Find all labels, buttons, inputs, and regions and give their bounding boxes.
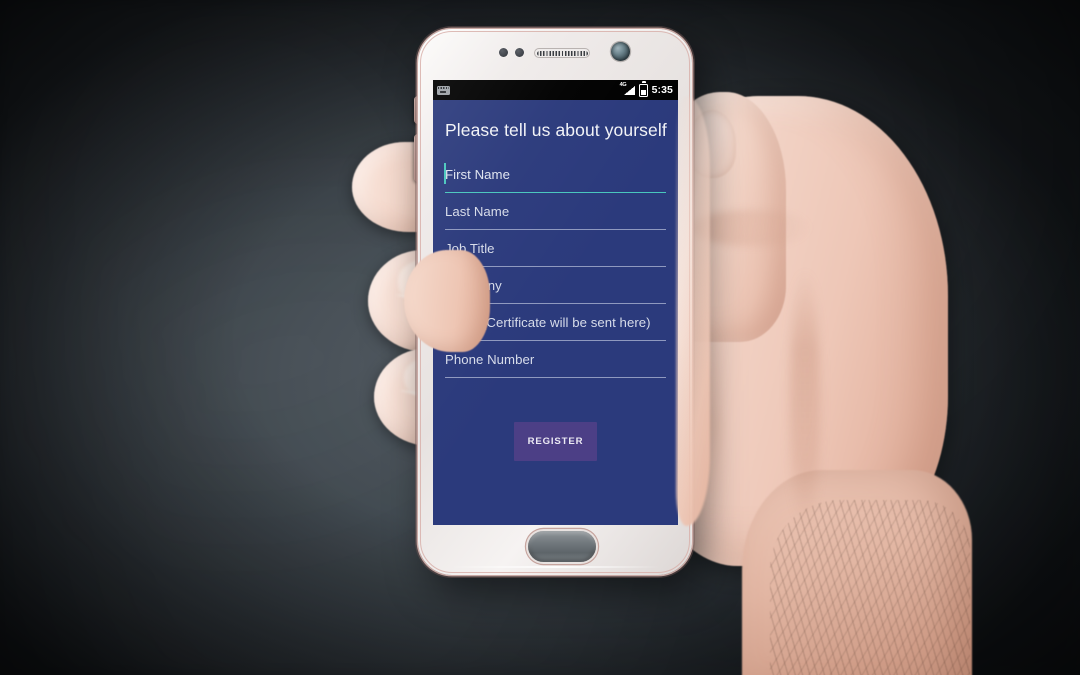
page-title: Please tell us about yourself [445, 120, 667, 140]
input-placeholder-first-name: First Name [445, 166, 510, 182]
status-bar: 4G 5:35 [433, 80, 678, 100]
text-cursor [444, 163, 446, 184]
home-button[interactable] [528, 531, 596, 562]
input-field-last-name[interactable]: Last Name [445, 193, 666, 230]
input-field-phone-number[interactable]: Phone Number [445, 341, 666, 378]
battery-icon [638, 81, 648, 97]
middle-finger-overlap [404, 250, 490, 352]
status-bar-clock: 5:35 [651, 84, 673, 96]
status-bar-left [437, 85, 450, 95]
signal-icon: 4G [620, 82, 635, 96]
register-button-row: REGISTER [445, 422, 666, 461]
wrist-hair-texture [770, 500, 970, 675]
keyboard-icon [437, 85, 450, 95]
thumb-edge-overlap [676, 96, 710, 526]
phone-chin-highlight [450, 566, 660, 568]
register-button[interactable]: REGISTER [513, 422, 598, 461]
front-camera-icon [611, 42, 630, 61]
speaker-mesh [536, 50, 588, 56]
proximity-sensor-icon [499, 48, 508, 57]
earpiece-speaker [534, 48, 590, 58]
input-field-first-name[interactable]: First Name [444, 156, 666, 193]
signal-bars-icon [623, 86, 635, 95]
palm-crease [790, 270, 820, 530]
status-bar-right: 4G 5:35 [620, 81, 673, 97]
input-placeholder-last-name: Last Name [445, 203, 510, 219]
light-sensor-icon [515, 48, 524, 57]
input-placeholder-phone-number: Phone Number [445, 351, 535, 367]
